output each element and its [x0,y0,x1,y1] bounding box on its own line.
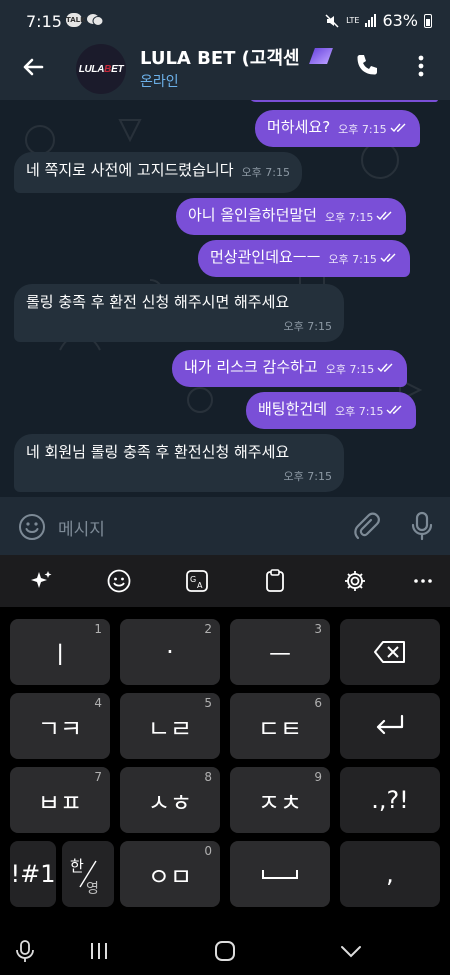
message-time: 오후 7:15 [328,253,377,266]
enter-icon [376,714,404,735]
key-1[interactable]: ㅣ1 [10,619,110,685]
network-type: LTE [346,15,360,25]
key-comma[interactable]: , [340,841,440,907]
message-composer: 메시지 [0,497,450,555]
message-bubble-cut [248,100,438,102]
key-0[interactable]: ㅇㅁ 0 [120,841,220,907]
key-enter[interactable] [340,693,440,759]
back-chevron-icon[interactable] [338,938,364,964]
message-bubble-in[interactable]: 네 쪽지로 사전에 고지드렸습니다 오후 7:15 [14,152,302,193]
double-check-icon [380,253,396,263]
svg-text:G: G [190,575,196,584]
key-symbols[interactable]: !#1 [10,841,56,907]
message-time: 오후 7:15 [241,166,290,179]
home-icon[interactable] [212,938,238,964]
title-emoji-icon [309,48,333,64]
key-6[interactable]: ㄷㅌ 6 [230,693,330,759]
signal-icon [365,14,377,27]
message-time: 오후 7:15 [283,470,332,483]
keyboard-toolbar: GA [0,555,450,607]
chat-bubbles-icon [87,14,104,26]
message-text: 롤링 충족 후 환전 신청 해주시면 해주세요 [26,293,290,311]
battery-percent: 63% [382,11,418,30]
sparkle-ai-icon[interactable] [28,568,54,594]
message-bubble-out[interactable]: 내가 리스크 감수하고 오후 7:15 [172,350,408,387]
space-icon [262,870,298,879]
key-2[interactable]: · 2 [120,619,220,685]
smiley-icon[interactable] [18,513,46,541]
system-nav-bar [0,932,450,975]
message-time: 오후 7:15 [338,123,387,136]
message-text: 네 회원님 롤링 충족 후 환전신청 해주세요 [26,443,290,461]
message-input[interactable]: 메시지 [58,515,105,540]
message-text: 아니 올인을하던말던 [188,206,317,224]
message-bubble-in[interactable]: 네 회원님 롤링 충족 후 환전신청 해주세요 오후 7:15 [14,434,344,492]
clipboard-icon[interactable] [262,568,288,594]
key-8[interactable]: ㅅㅎ 8 [120,767,220,833]
kakaotalk-notification-icon: TALK [66,13,86,27]
message-time: 오후 7:15 [335,405,384,418]
lang-switch-glyph: 한 영 [70,857,99,897]
emoji-icon[interactable] [106,568,132,594]
double-check-icon [377,363,393,373]
message-list[interactable]: 머하세요? 오후 7:15 네 쪽지로 사전에 고지드렸습니다 오후 7:15 아니… [0,100,450,497]
double-check-icon [390,123,406,133]
message-text: 배팅한건데 [258,400,328,418]
message-bubble-out[interactable]: 먼상관인데요ㅡㅡ 오후 7:15 [198,240,410,277]
message-bubble-out[interactable]: 머하세요? 오후 7:15 [255,110,420,147]
chat-title[interactable]: LULA BET (고객센 [140,44,310,70]
more-horizontal-icon[interactable] [410,568,436,594]
recents-icon[interactable] [86,938,112,964]
key-space[interactable] [230,841,330,907]
settings-gear-icon[interactable] [342,568,368,594]
message-text: 네 쪽지로 사전에 고지드렸습니다 [26,161,234,179]
message-bubble-in[interactable]: 롤링 충족 후 환전 신청 해주시면 해주세요 오후 7:15 [14,284,344,342]
message-text: 내가 리스크 감수하고 [184,358,318,376]
message-text: 머하세요? [267,118,331,136]
message-text: 먼상관인데요ㅡㅡ [210,248,321,266]
key-4[interactable]: ㄱㅋ 4 [10,693,110,759]
double-check-icon [386,405,402,415]
notification-icons: TALK [66,13,104,27]
app-top-bar: 7:15 TALK LTE 63% LULABET LULA BET (고객센 … [0,0,450,100]
more-vertical-icon[interactable] [413,54,429,78]
message-time: 오후 7:15 [325,363,375,376]
phone-icon[interactable] [354,52,380,78]
online-status: 온라인 [140,74,179,90]
backspace-icon [374,641,405,663]
key-backspace[interactable] [340,619,440,685]
status-time: 7:15 [26,12,62,31]
avatar[interactable]: LULABET [76,44,126,94]
chat-header: LULABET LULA BET (고객센 온라인 [0,42,450,100]
key-9[interactable]: ㅈㅊ 9 [230,767,330,833]
microphone-icon[interactable] [410,511,434,541]
avatar-logo: LULABET [78,63,124,75]
key-5[interactable]: ㄴㄹ 5 [120,693,220,759]
arrow-left-icon[interactable] [18,52,48,82]
mute-icon [325,13,339,28]
keyboard: ㅣ1 · 2 ㅡ3 ㄱㅋ 4 ㄴㄹ 5 ㄷㅌ 6 ㅂㅍ 7 ㅅㅎ 8 ㅈㅊ 9 .,?! !#… [0,607,450,932]
svg-text:영: 영 [86,881,99,897]
message-time: 오후 7:15 [324,211,374,224]
double-check-icon [376,211,392,221]
key-3[interactable]: ㅡ3 [230,619,330,685]
message-time: 오후 7:15 [283,320,332,333]
key-7[interactable]: ㅂㅍ 7 [10,767,110,833]
svg-text:A: A [197,581,203,590]
translate-icon[interactable]: GA [184,568,210,594]
message-bubble-out[interactable]: 아니 올인을하던말던 오후 7:15 [176,198,407,235]
paperclip-icon[interactable] [352,511,380,541]
key-punctuation[interactable]: .,?! [340,767,440,833]
mic-icon[interactable] [12,938,38,964]
status-right: LTE 63% [324,11,432,30]
status-bar: 7:15 TALK LTE 63% [0,0,450,42]
battery-icon [424,13,432,28]
svg-text:한: 한 [70,857,84,875]
message-bubble-out[interactable]: 배팅한건데 오후 7:15 [246,392,417,429]
key-lang-switch[interactable]: 한 영 [62,841,114,907]
